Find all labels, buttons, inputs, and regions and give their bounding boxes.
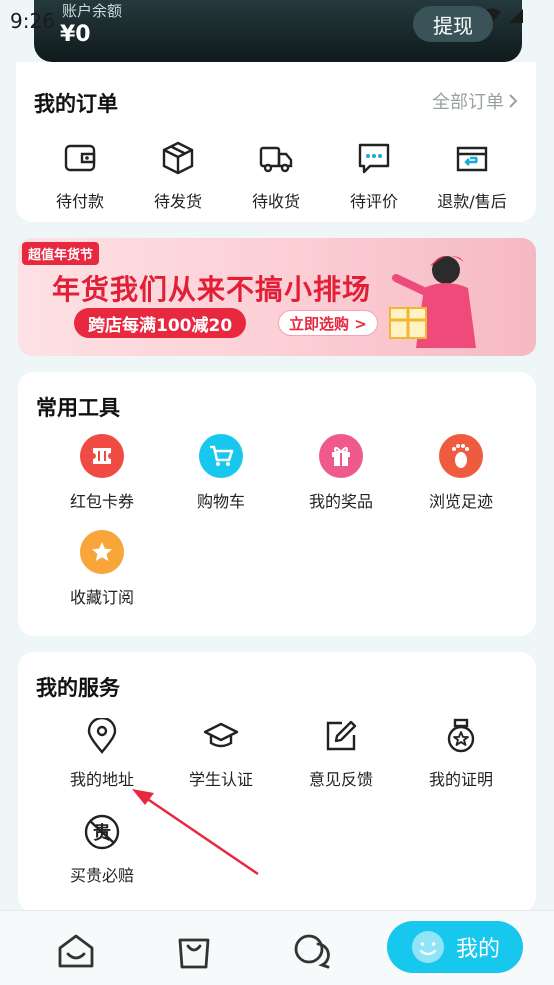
wallet-icon <box>64 144 96 172</box>
tools-title: 常用工具 <box>36 396 120 420</box>
chevron-right-icon <box>509 94 518 108</box>
orders-title: 我的订单 <box>34 92 118 116</box>
signal-icon <box>509 9 523 23</box>
gift-icon <box>319 434 363 478</box>
service-address[interactable]: 我的地址 <box>42 716 162 790</box>
order-label: 退款/售后 <box>437 192 507 211</box>
refund-icon <box>456 146 488 172</box>
service-label: 意见反馈 <box>308 770 373 789</box>
coupon-icon <box>80 434 124 478</box>
order-label: 待发货 <box>153 192 202 211</box>
profile-icon <box>411 931 444 963</box>
order-refund[interactable]: 退款/售后 <box>422 140 522 212</box>
tool-cart[interactable]: 购物车 <box>161 434 281 512</box>
box-icon <box>162 141 194 175</box>
all-orders-link[interactable]: 全部订单 <box>432 88 518 114</box>
order-pending-receipt[interactable]: 待收货 <box>226 140 326 212</box>
service-label: 学生认证 <box>188 770 253 789</box>
price-guarantee-icon: 贵 <box>82 812 122 852</box>
tool-favorites[interactable]: 收藏订阅 <box>42 530 162 608</box>
promo-banner[interactable]: 超值年货节 年货我们从来不搞小排场 跨店每满100减20 立即选购 > <box>18 238 536 356</box>
medal-icon <box>441 716 481 756</box>
tool-prizes[interactable]: 我的奖品 <box>281 434 401 512</box>
service-certificate[interactable]: 我的证明 <box>401 716 521 790</box>
order-pending-payment[interactable]: 待付款 <box>30 140 130 212</box>
orders-card: 我的订单 全部订单 待付款 待发货 待收货 待评价 退款/售后 <box>16 62 536 222</box>
service-price-guarantee[interactable]: 贵 买贵必赔 <box>42 812 162 886</box>
cart-icon <box>199 434 243 478</box>
tool-label: 红包卡券 <box>69 492 134 511</box>
tool-coupons[interactable]: 红包卡券 <box>42 434 162 512</box>
bag-icon <box>178 938 210 969</box>
graduation-cap-icon <box>201 716 241 756</box>
withdraw-button[interactable]: 提现 <box>413 6 493 42</box>
tool-label: 购物车 <box>196 492 245 511</box>
tab-messages[interactable] <box>290 929 334 973</box>
tab-home[interactable] <box>54 929 98 973</box>
order-pending-review[interactable]: 待评价 <box>324 140 424 212</box>
banner-discount-pill: 跨店每满100减20 <box>74 308 247 338</box>
service-feedback[interactable]: 意见反馈 <box>281 716 401 790</box>
banner-cta-button[interactable]: 立即选购 > <box>278 310 378 336</box>
service-label: 我的地址 <box>69 770 134 789</box>
tool-label: 浏览足迹 <box>428 492 493 511</box>
order-label: 待付款 <box>55 192 104 211</box>
banner-illustration-icon <box>389 255 476 348</box>
services-card: 我的服务 我的地址 学生认证 意见反馈 我的证明 贵 买贵必赔 <box>18 652 536 912</box>
order-pending-shipment[interactable]: 待发货 <box>128 140 228 212</box>
order-label: 待评价 <box>349 192 398 211</box>
all-orders-label: 全部订单 <box>432 92 504 113</box>
star-icon <box>80 530 124 574</box>
banner-tag: 超值年货节 <box>22 242 100 265</box>
chat-bubble-icon <box>358 143 390 174</box>
service-label: 买贵必赔 <box>69 866 134 885</box>
bottom-tab-bar: 我的 <box>0 910 554 985</box>
location-pin-icon <box>82 716 122 756</box>
footprint-icon <box>439 434 483 478</box>
tools-card: 常用工具 红包卡券 购物车 我的奖品 浏览足迹 收藏订阅 <box>18 372 536 636</box>
service-student-verify[interactable]: 学生认证 <box>161 716 281 790</box>
banner-headline: 年货我们从来不搞小排场 <box>52 273 372 306</box>
tool-label: 收藏订阅 <box>69 588 134 607</box>
tab-shop[interactable] <box>172 929 216 973</box>
status-time: 9:26 <box>10 9 55 33</box>
tab-profile-label: 我的 <box>455 937 500 962</box>
tab-profile[interactable]: 我的 <box>387 921 523 973</box>
truck-icon <box>259 146 293 173</box>
services-title: 我的服务 <box>36 676 120 700</box>
edit-icon <box>321 716 361 756</box>
messages-icon <box>294 934 330 969</box>
tool-label: 我的奖品 <box>308 492 373 511</box>
home-icon <box>58 934 94 968</box>
service-label: 我的证明 <box>428 770 493 789</box>
tool-footprints[interactable]: 浏览足迹 <box>401 434 521 512</box>
order-label: 待收货 <box>251 192 300 211</box>
